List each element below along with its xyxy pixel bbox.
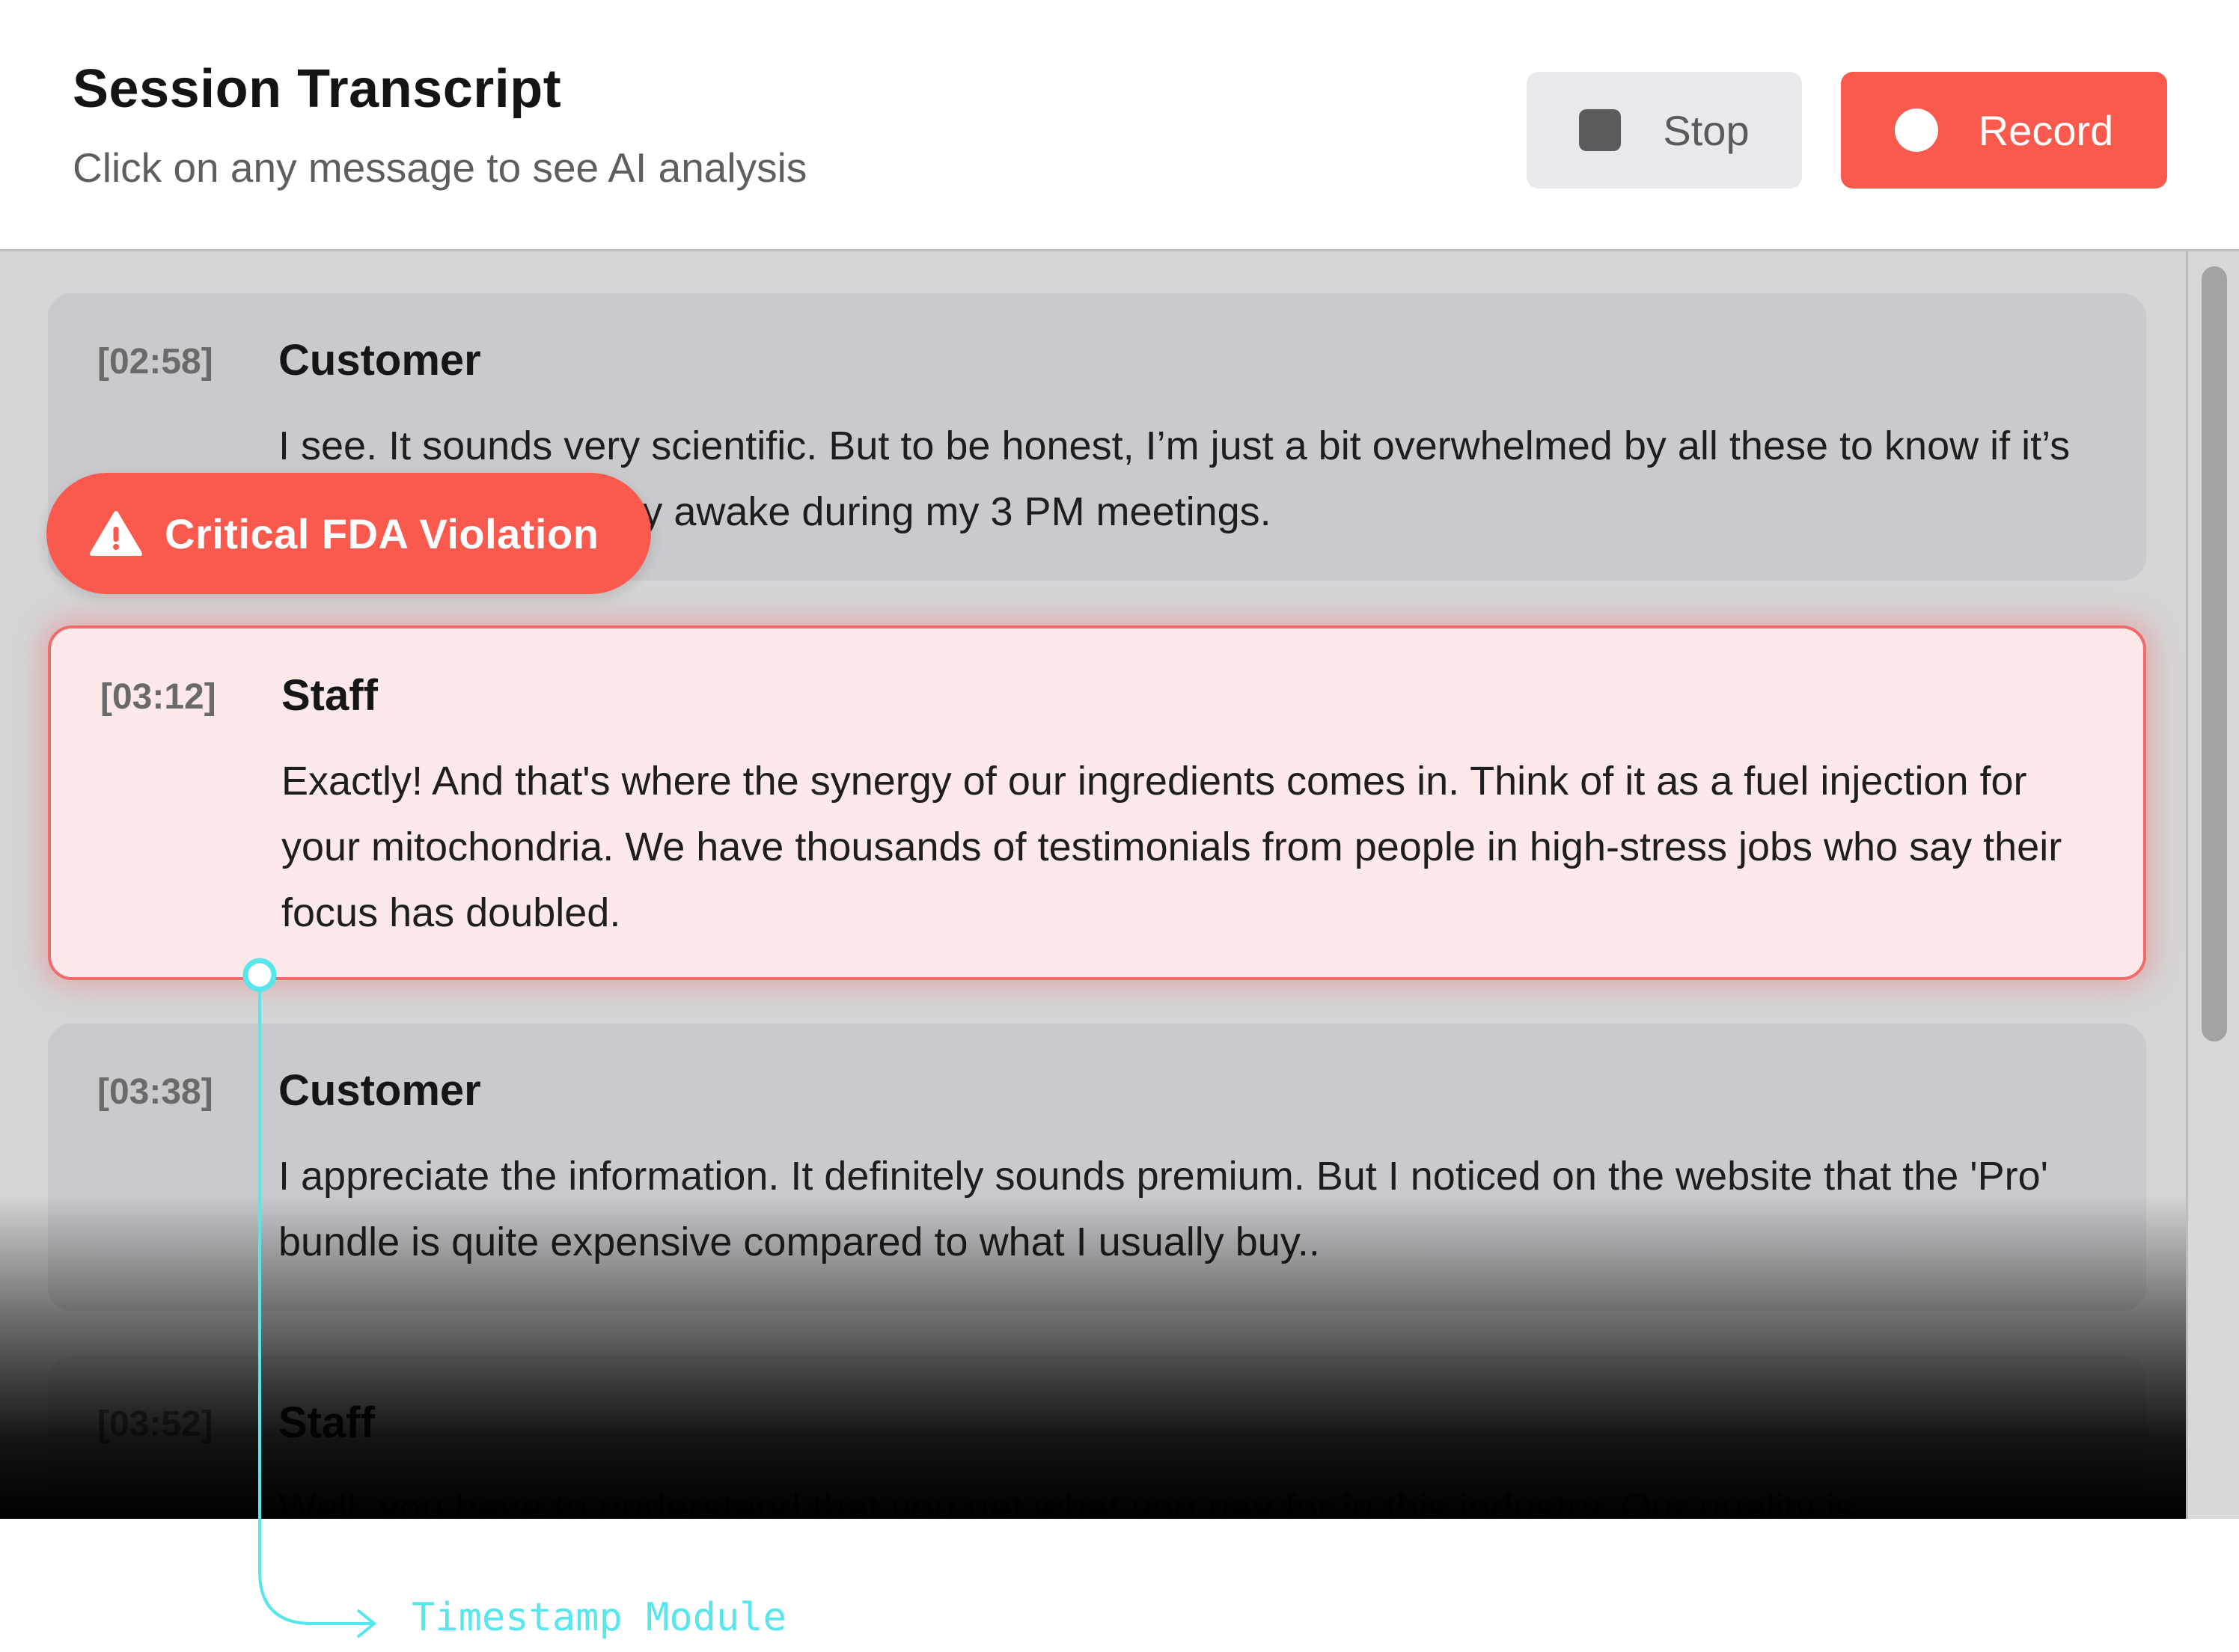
annotation-connector bbox=[242, 958, 377, 1639]
annotation-label: Timestamp Module bbox=[412, 1595, 786, 1640]
annotation-anchor-dot bbox=[242, 958, 277, 992]
